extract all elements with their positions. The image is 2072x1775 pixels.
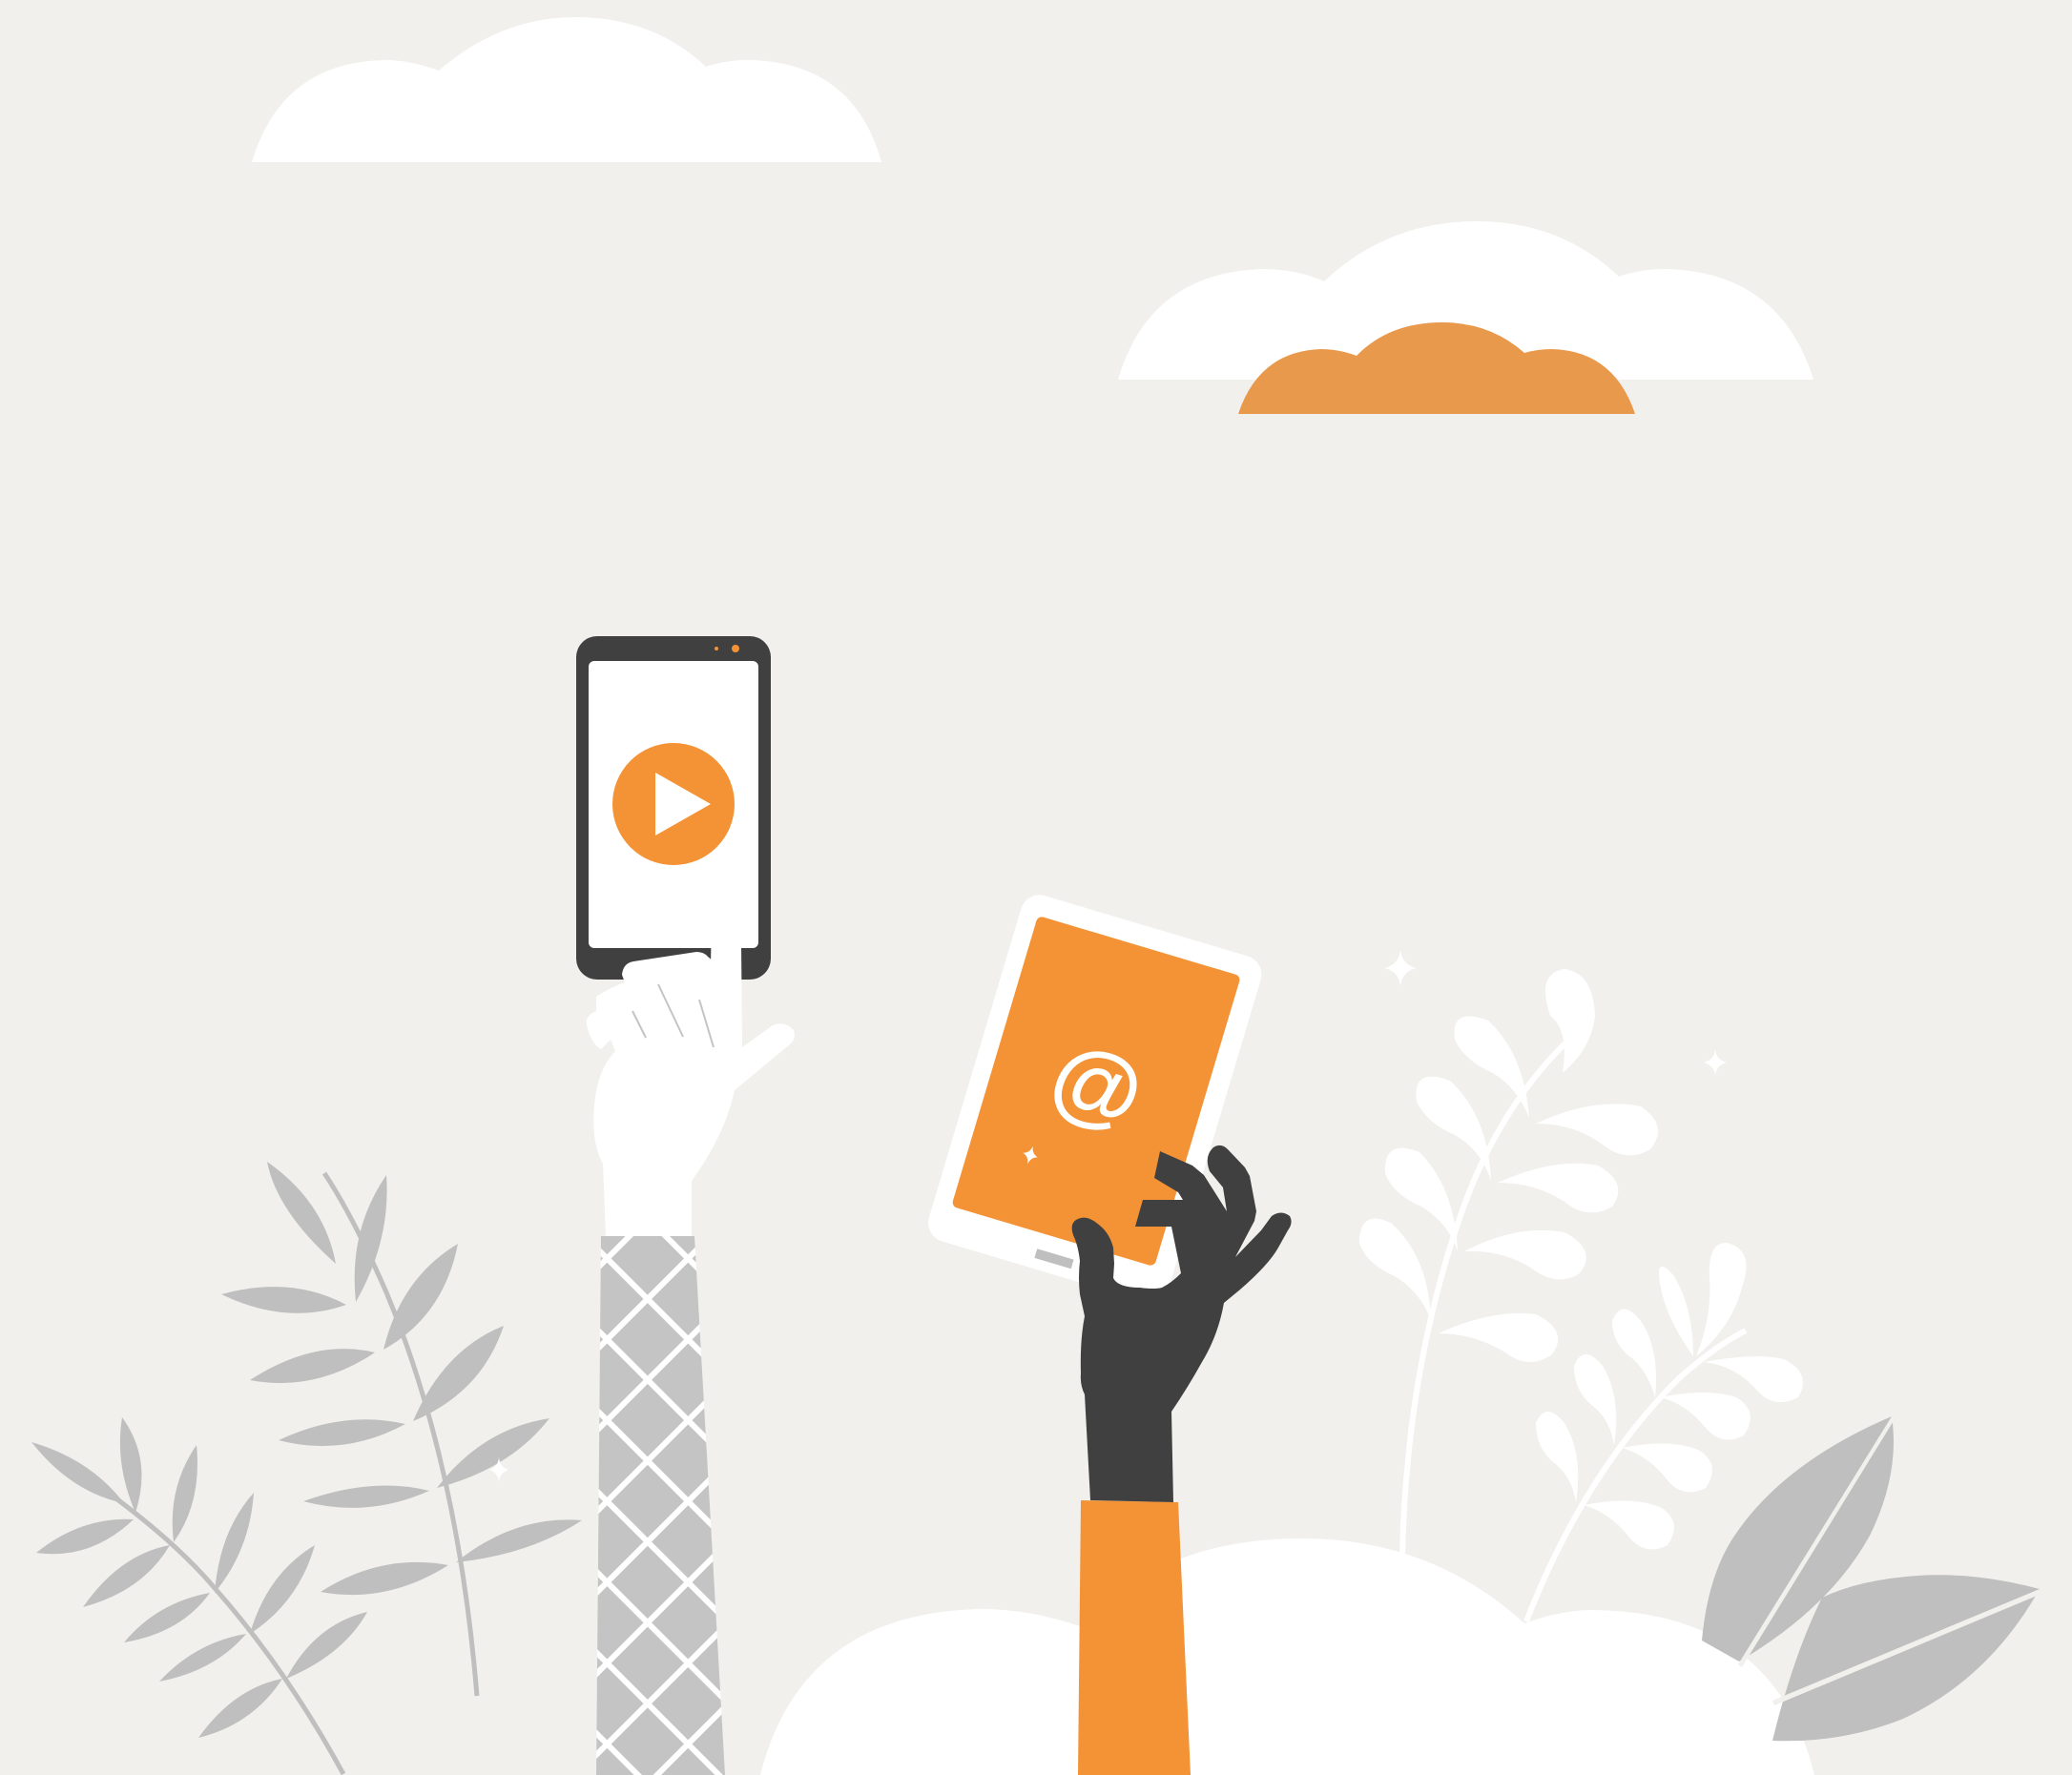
illustration-scene: @ bbox=[0, 0, 2072, 1775]
sleeve-right bbox=[1078, 1500, 1191, 1775]
phone-left bbox=[576, 636, 771, 980]
play-icon[interactable] bbox=[612, 743, 735, 865]
